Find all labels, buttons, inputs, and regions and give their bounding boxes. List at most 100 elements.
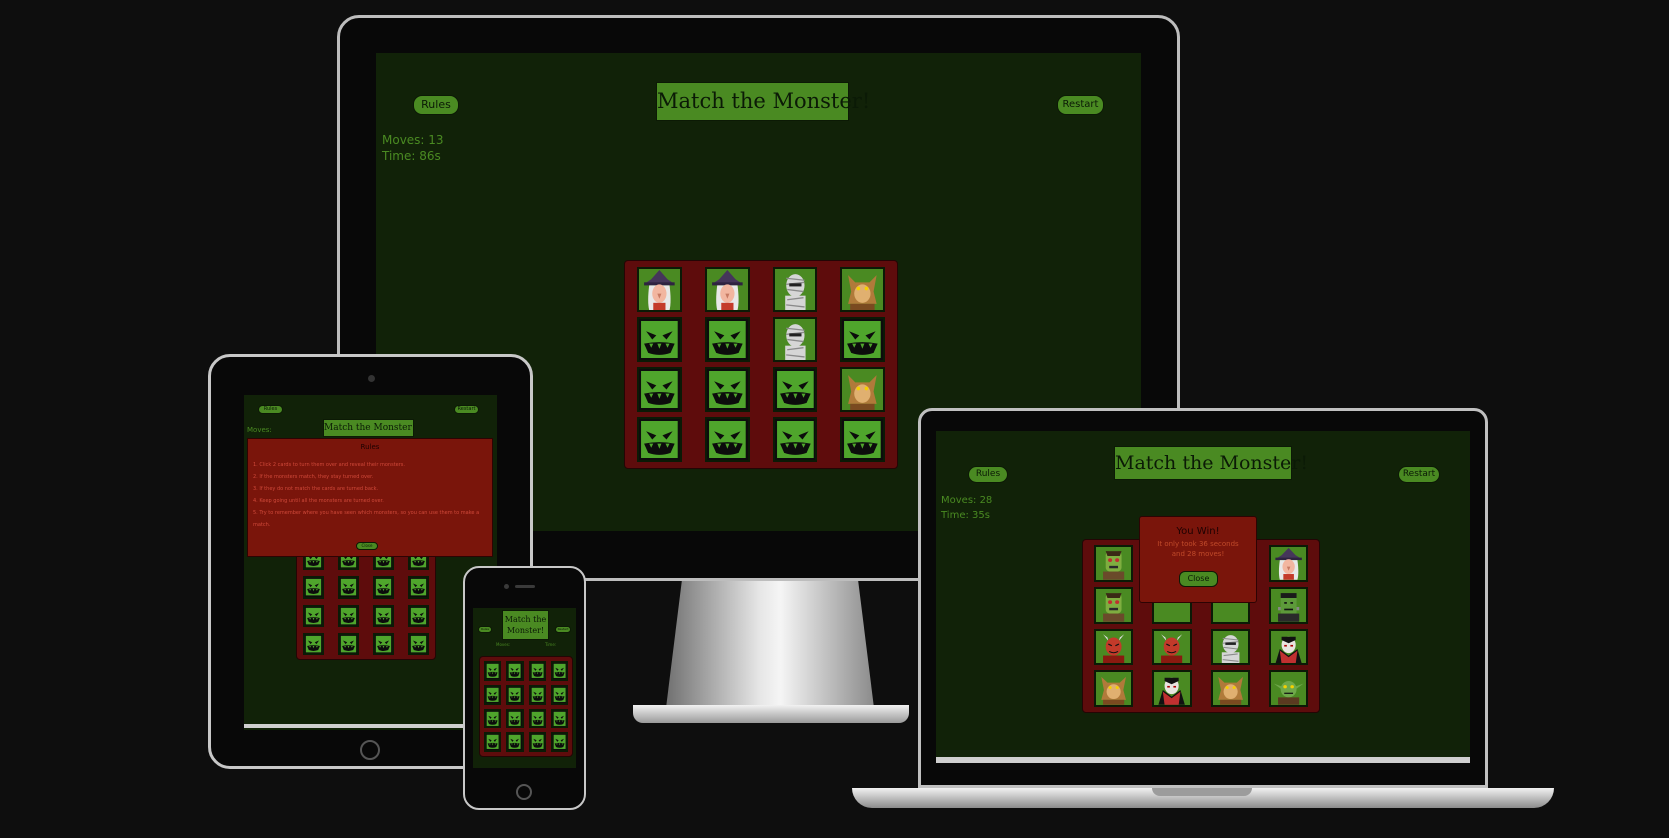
card-face-down[interactable] — [484, 661, 502, 681]
card-face-down[interactable] — [637, 317, 682, 362]
phone-speaker — [515, 585, 535, 588]
jack-o-lantern-icon — [410, 606, 427, 625]
restart-button[interactable]: Restart — [454, 405, 479, 414]
card-werewolf[interactable] — [1094, 670, 1134, 707]
laptop-scrollbar[interactable] — [936, 757, 1470, 763]
card-face-down[interactable] — [303, 604, 324, 627]
card-mummy[interactable] — [772, 317, 818, 362]
card-witch[interactable] — [1268, 545, 1308, 582]
card-face-down[interactable] — [704, 367, 750, 412]
card-face-down[interactable] — [506, 708, 524, 729]
card-face-down[interactable] — [704, 317, 750, 362]
card-face-down[interactable] — [373, 632, 394, 655]
werewolf-icon — [842, 269, 883, 310]
card-face-down[interactable] — [408, 632, 429, 655]
card-face-down[interactable] — [528, 661, 546, 681]
rules-button[interactable]: Rules — [478, 626, 492, 633]
rules-button[interactable]: Rules — [413, 95, 459, 115]
card-mummy[interactable] — [1210, 628, 1250, 666]
game-board — [479, 656, 573, 757]
card-witch[interactable] — [704, 267, 750, 312]
card-face-down[interactable] — [506, 732, 524, 752]
card-face-down[interactable] — [373, 576, 394, 599]
phone-screen: Rules Match the Monster! Restart Moves: … — [473, 608, 576, 768]
card-face-down[interactable] — [550, 661, 568, 681]
tablet-home-button — [360, 740, 380, 760]
card-face-down[interactable] — [373, 604, 394, 627]
card-devil[interactable] — [1094, 628, 1134, 666]
restart-button[interactable]: Restart — [555, 626, 571, 633]
goblin-icon — [1270, 672, 1306, 705]
card-face-down[interactable] — [408, 604, 429, 627]
card-werewolf[interactable] — [840, 267, 885, 312]
rules-list-item: 2. If the monsters match, they stay turn… — [253, 474, 374, 480]
card-werewolf[interactable] — [840, 367, 885, 412]
card-goblin[interactable] — [1268, 670, 1308, 707]
card-vampire[interactable] — [1268, 628, 1308, 666]
card-face-down[interactable] — [704, 417, 750, 462]
frankenstein-icon — [1270, 588, 1306, 622]
card-face-down[interactable] — [772, 367, 818, 412]
restart-button[interactable]: Restart — [1398, 466, 1440, 483]
card-face-down[interactable] — [550, 708, 568, 729]
jack-o-lantern-icon — [530, 686, 544, 703]
card-face-down[interactable] — [484, 708, 502, 729]
card-face-down[interactable] — [338, 576, 359, 599]
witch-icon — [1270, 547, 1306, 580]
page-title: Match the Monster! — [323, 419, 415, 437]
card-face-down[interactable] — [303, 632, 324, 655]
rules-list-item: 5. Try to remember where you have seen w… — [253, 510, 480, 528]
card-frankenstein[interactable] — [1268, 586, 1308, 624]
jack-o-lantern-icon — [552, 686, 566, 703]
card-face-down[interactable] — [637, 367, 682, 412]
card-face-down[interactable] — [528, 684, 546, 705]
card-face-down[interactable] — [484, 732, 502, 752]
moves-label: Moves: — [496, 642, 511, 647]
card-mummy[interactable] — [772, 267, 818, 312]
restart-button[interactable]: Restart — [1057, 95, 1104, 115]
card-face-down[interactable] — [338, 604, 359, 627]
card-face-down[interactable] — [550, 684, 568, 705]
card-witch[interactable] — [637, 267, 682, 312]
tablet-screen: Rules Match the Monster! Restart Moves: … — [244, 395, 497, 730]
close-button[interactable]: Close — [1179, 571, 1218, 587]
witch-icon — [639, 269, 680, 310]
rules-list-item: 3. If they do not match the cards are tu… — [253, 486, 379, 492]
card-face-down[interactable] — [506, 684, 524, 705]
card-face-down[interactable] — [840, 417, 885, 462]
card-devil[interactable] — [1152, 628, 1192, 666]
card-face-down[interactable] — [840, 317, 885, 362]
close-button[interactable]: Close — [356, 542, 378, 550]
card-face-down[interactable] — [408, 576, 429, 599]
card-face-down[interactable] — [550, 732, 568, 752]
win-modal-title: You Win! — [1176, 526, 1220, 537]
jack-o-lantern-icon — [375, 606, 392, 625]
card-face-down[interactable] — [338, 632, 359, 655]
card-zombie[interactable] — [1094, 586, 1134, 624]
jack-o-lantern-icon — [552, 710, 566, 727]
card-face-down[interactable] — [528, 708, 546, 729]
card-werewolf[interactable] — [1210, 670, 1250, 707]
game-board — [296, 543, 436, 660]
card-face-down[interactable] — [506, 661, 524, 681]
jack-o-lantern-icon — [305, 606, 322, 625]
card-face-down[interactable] — [637, 417, 682, 462]
jack-o-lantern-icon — [508, 734, 522, 750]
jack-o-lantern-icon — [305, 634, 322, 653]
card-face-down[interactable] — [484, 684, 502, 705]
rules-list-item: 4. Keep going until all the monsters are… — [253, 498, 384, 504]
card-face-down[interactable] — [772, 417, 818, 462]
card-face-down[interactable] — [303, 576, 324, 599]
card-zombie[interactable] — [1094, 545, 1134, 582]
laptop-screen: Rules Match the Monster! Restart Moves: … — [936, 431, 1470, 763]
zombie-icon — [1096, 588, 1132, 622]
jack-o-lantern-icon — [552, 734, 566, 750]
card-vampire[interactable] — [1152, 670, 1192, 707]
card-face-down[interactable] — [528, 732, 546, 752]
phone-home-button — [516, 784, 532, 800]
jack-o-lantern-icon — [639, 369, 680, 410]
tablet-scrollbar[interactable] — [244, 724, 497, 728]
jack-o-lantern-icon — [340, 606, 357, 625]
rules-button[interactable]: Rules — [258, 405, 283, 414]
rules-button[interactable]: Rules — [968, 466, 1008, 483]
